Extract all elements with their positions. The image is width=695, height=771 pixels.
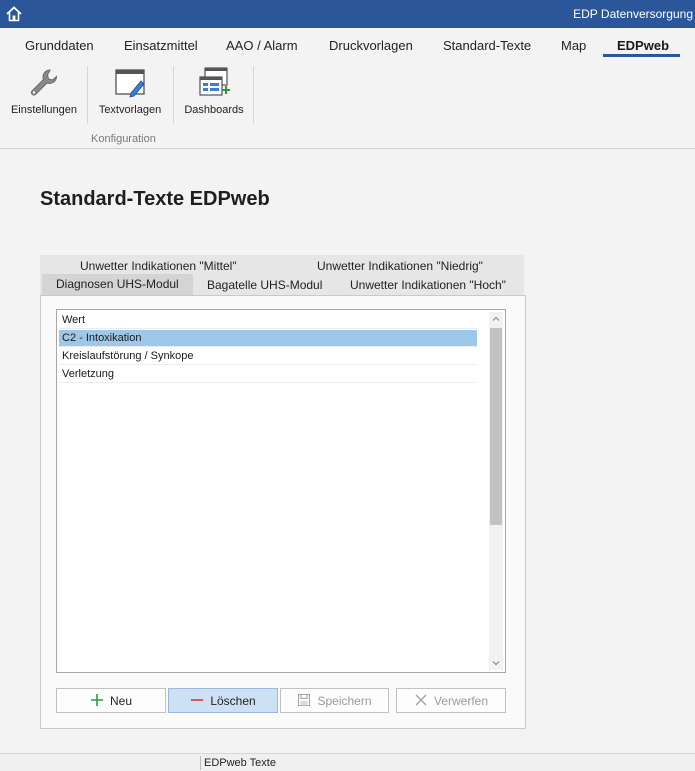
status-text: EDPweb Texte [204, 757, 276, 769]
chevron-up-icon[interactable] [489, 312, 503, 326]
delete-button-label: Löschen [210, 694, 256, 708]
list-item[interactable]: Wert [59, 312, 477, 329]
menu-aao-alarm[interactable]: AAO / Alarm [226, 38, 298, 53]
status-bar: EDPweb Texte [0, 753, 695, 771]
app-title: EDP Datenversorgung [573, 7, 693, 21]
dashboards-button[interactable]: Dashboards [180, 66, 248, 116]
ribbon-group-label: Konfiguration [91, 133, 156, 145]
home-icon[interactable] [5, 5, 23, 23]
page-title: Standard-Texte EDPweb [40, 188, 270, 210]
tab-bagatelle-uhs-modul[interactable]: Bagatelle UHS-Modul [207, 278, 322, 292]
discard-button-label: Verwerfen [433, 694, 489, 708]
active-menu-indicator [603, 54, 680, 57]
dashboard-icon [199, 67, 230, 96]
tab-diagnosen-uhs-modul[interactable]: Diagnosen UHS-Modul [56, 277, 179, 291]
new-button[interactable]: Neu [56, 688, 166, 713]
tab-unwetter-mittel[interactable]: Unwetter Indikationen "Mittel" [80, 259, 237, 273]
list-item[interactable]: Kreislaufstörung / Synkope [59, 348, 477, 365]
text-list[interactable]: Wert C2 - Intoxikation Kreislaufstörung … [56, 309, 506, 673]
save-button[interactable]: Speichern [280, 688, 389, 713]
menu-standard-texte[interactable]: Standard-Texte [443, 38, 531, 53]
menu-grunddaten[interactable]: Grunddaten [25, 38, 94, 53]
textvorlagen-button[interactable]: Textvorlagen [93, 66, 167, 116]
delete-button[interactable]: Löschen [168, 688, 278, 713]
ribbon-separator [173, 66, 174, 124]
minus-icon [191, 699, 204, 701]
list-item-selected[interactable]: C2 - Intoxikation [59, 330, 477, 347]
ribbon-separator [87, 66, 88, 124]
scrollbar-thumb[interactable] [490, 328, 502, 525]
tab-unwetter-niedrig[interactable]: Unwetter Indikationen "Niedrig" [317, 259, 483, 273]
discard-button[interactable]: Verwerfen [396, 688, 506, 713]
menu-einsatzmittel[interactable]: Einsatzmittel [124, 38, 198, 53]
chevron-down-icon[interactable] [489, 656, 503, 670]
einstellungen-button[interactable]: Einstellungen [6, 66, 82, 116]
ribbon-separator [253, 66, 254, 124]
plus-icon [90, 694, 103, 706]
textvorlagen-label: Textvorlagen [98, 104, 162, 116]
title-bar: EDP Datenversorgung [0, 0, 695, 28]
status-separator [200, 756, 201, 770]
einstellungen-label: Einstellungen [10, 104, 78, 116]
wrench-icon [31, 69, 58, 96]
menu-druckvorlagen[interactable]: Druckvorlagen [329, 38, 413, 53]
list-item[interactable]: Verletzung [59, 366, 477, 383]
save-button-label: Speichern [317, 694, 372, 708]
vertical-scrollbar[interactable] [489, 312, 503, 670]
new-button-label: Neu [109, 694, 132, 708]
menu-edpweb[interactable]: EDPweb [617, 38, 669, 53]
ribbon: Einstellungen Textvorlagen Dashboards Ko… [0, 60, 695, 149]
menu-map[interactable]: Map [561, 38, 586, 53]
dashboards-label: Dashboards [184, 104, 244, 116]
text-template-icon [115, 69, 145, 98]
tab-unwetter-hoch[interactable]: Unwetter Indikationen "Hoch" [350, 278, 506, 292]
close-icon [415, 694, 427, 706]
main-menu: Grunddaten Einsatzmittel AAO / Alarm Dru… [0, 28, 695, 60]
save-icon [298, 694, 311, 706]
